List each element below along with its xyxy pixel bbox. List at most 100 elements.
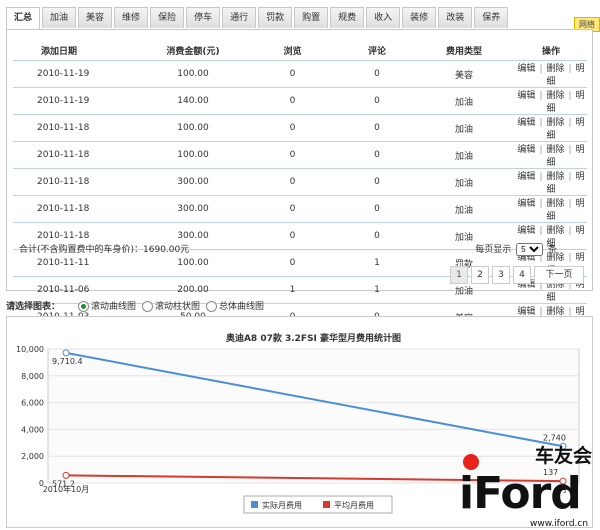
- cell-actions: 编辑|删除|明细: [515, 87, 587, 115]
- tab-7[interactable]: 罚款: [258, 7, 293, 28]
- data-point: [62, 349, 70, 357]
- tab-6[interactable]: 通行: [222, 7, 257, 28]
- edit-link[interactable]: 编辑: [517, 145, 535, 155]
- per-page-select[interactable]: 5: [516, 243, 544, 256]
- y-tick-label: 2,000: [21, 452, 44, 461]
- legend-swatch: [323, 501, 330, 508]
- table-row: 2010-11-19 100.00 0 0 美容 编辑 | 删除 | 明细: [13, 60, 587, 88]
- delete-link[interactable]: 删除: [546, 118, 564, 128]
- delete-link[interactable]: 删除: [546, 145, 564, 155]
- table-row: 2010-11-18 100.00 0 0 加油 编辑 | 删除 | 明细: [13, 114, 587, 142]
- chart-option-label: 总体曲线图: [219, 302, 265, 312]
- delete-link[interactable]: 删除: [546, 91, 564, 101]
- edit-link[interactable]: 编辑: [517, 91, 535, 101]
- col-actions-header: 操作: [515, 40, 587, 61]
- edit-link[interactable]: 编辑: [517, 199, 535, 209]
- y-tick-label: 8,000: [21, 372, 44, 381]
- chart-option-2[interactable]: 总体曲线图: [200, 299, 264, 312]
- pagination: 1 2 3 4 下一页: [447, 266, 584, 284]
- tab-8[interactable]: 购置: [294, 7, 329, 28]
- expense-panel: 添加日期 消费金额(元) 浏览 评论 费用类型 操作 2010-11-19 100…: [6, 29, 593, 331]
- page-1[interactable]: 1: [450, 266, 468, 284]
- op-separator: |: [539, 91, 543, 101]
- radio-icon[interactable]: [78, 301, 90, 312]
- cell-actions: 编辑|删除|明细: [515, 195, 587, 223]
- tab-5[interactable]: 停车: [186, 7, 221, 28]
- expense-table: 添加日期 消费金额(元) 浏览 评论 费用类型 操作 2010-11-19 100…: [13, 40, 587, 331]
- delete-link[interactable]: 删除: [546, 199, 564, 209]
- cell-date: 2010-11-18: [13, 141, 142, 169]
- page-2[interactable]: 2: [471, 266, 489, 284]
- cell-views: 0: [244, 141, 341, 169]
- tab-2[interactable]: 美容: [78, 7, 113, 28]
- cell-type: 加油: [413, 87, 515, 115]
- op-separator: |: [539, 199, 543, 209]
- per-page: 每页显示 5 条: [475, 242, 557, 256]
- radio-icon[interactable]: [142, 301, 154, 312]
- tab-13[interactable]: 保养: [474, 7, 509, 28]
- chart-option-1[interactable]: 滚动柱状图: [136, 299, 200, 312]
- chart-option-label: 滚动曲线图: [91, 302, 137, 312]
- op-separator: |: [568, 91, 572, 101]
- page-4[interactable]: 4: [513, 266, 531, 284]
- cell-date: 2010-11-19: [13, 87, 142, 115]
- chart-type-selector: 请选择图表： 滚动曲线图 滚动柱状图 总体曲线图: [6, 299, 264, 312]
- col-type-header: 费用类型: [413, 40, 515, 61]
- cell-views: 0: [244, 114, 341, 142]
- per-page-prefix: 每页显示: [475, 245, 512, 255]
- page-3[interactable]: 3: [492, 266, 510, 284]
- per-page-suffix: 条: [547, 245, 557, 255]
- tab-1[interactable]: 加油: [42, 7, 77, 28]
- cell-amount: 300.00: [142, 168, 244, 196]
- edit-link[interactable]: 编辑: [517, 64, 535, 74]
- total-text: 合计(不含购置费中的车身价)：1690.00元: [19, 245, 190, 255]
- cell-type: 加油: [413, 195, 515, 223]
- cell-type: 加油: [413, 141, 515, 169]
- cell-comments: 1: [341, 276, 413, 304]
- cell-views: 0: [244, 60, 341, 88]
- op-separator: |: [539, 172, 543, 182]
- edit-link[interactable]: 编辑: [517, 172, 535, 182]
- edit-link[interactable]: 编辑: [517, 118, 535, 128]
- cell-amount: 100.00: [142, 114, 244, 142]
- op-separator: |: [568, 64, 572, 74]
- tab-10[interactable]: 收入: [366, 7, 401, 28]
- y-tick-label: 10,000: [16, 345, 44, 354]
- next-page-button[interactable]: 下一页: [534, 266, 584, 284]
- cell-amount: 100.00: [142, 60, 244, 88]
- delete-link[interactable]: 删除: [546, 172, 564, 182]
- cell-actions: 编辑|删除|明细: [515, 114, 587, 142]
- legend-label: 平均月费用: [334, 500, 374, 510]
- cell-type: 加油: [413, 168, 515, 196]
- tab-11[interactable]: 装修: [402, 7, 437, 28]
- edit-link[interactable]: 编辑: [517, 226, 535, 236]
- tab-9[interactable]: 规费: [330, 7, 365, 28]
- tab-12[interactable]: 改装: [438, 7, 473, 28]
- brand-logo: iFord: [459, 468, 581, 519]
- data-label: 571.2: [52, 479, 75, 488]
- chart-legend: 实际月费用 平均月费用: [243, 495, 393, 514]
- category-tabs: 汇总 加油 美容 维修 保险 停车 通行 罚款 购置 规费 收入 装修 改装 保养: [6, 7, 510, 30]
- op-separator: |: [568, 118, 572, 128]
- col-views-header: 浏览: [244, 40, 341, 61]
- tab-4[interactable]: 保险: [150, 7, 185, 28]
- cell-amount: 100.00: [142, 141, 244, 169]
- radio-icon[interactable]: [206, 301, 218, 312]
- cell-comments: 0: [341, 195, 413, 223]
- cell-date: 2010-11-18: [13, 168, 142, 196]
- delete-link[interactable]: 删除: [546, 226, 564, 236]
- cell-actions: 编辑|删除|明细: [515, 168, 587, 196]
- tab-0[interactable]: 汇总: [6, 7, 41, 30]
- brand-watermark: 车友会 iFord www.iford.cn: [459, 444, 592, 529]
- cell-comments: 0: [341, 114, 413, 142]
- delete-link[interactable]: 删除: [546, 64, 564, 74]
- op-separator: |: [568, 172, 572, 182]
- tab-3[interactable]: 维修: [114, 7, 149, 28]
- legend-swatch: [251, 501, 258, 508]
- cell-date: 2010-11-18: [13, 114, 142, 142]
- cell-views: 0: [244, 168, 341, 196]
- table-row: 2010-11-18 100.00 0 0 加油 编辑 | 删除 | 明细: [13, 141, 587, 169]
- cell-date: 2010-11-18: [13, 195, 142, 223]
- chart-option-0[interactable]: 滚动曲线图: [72, 299, 136, 312]
- cell-views: 0: [244, 87, 341, 115]
